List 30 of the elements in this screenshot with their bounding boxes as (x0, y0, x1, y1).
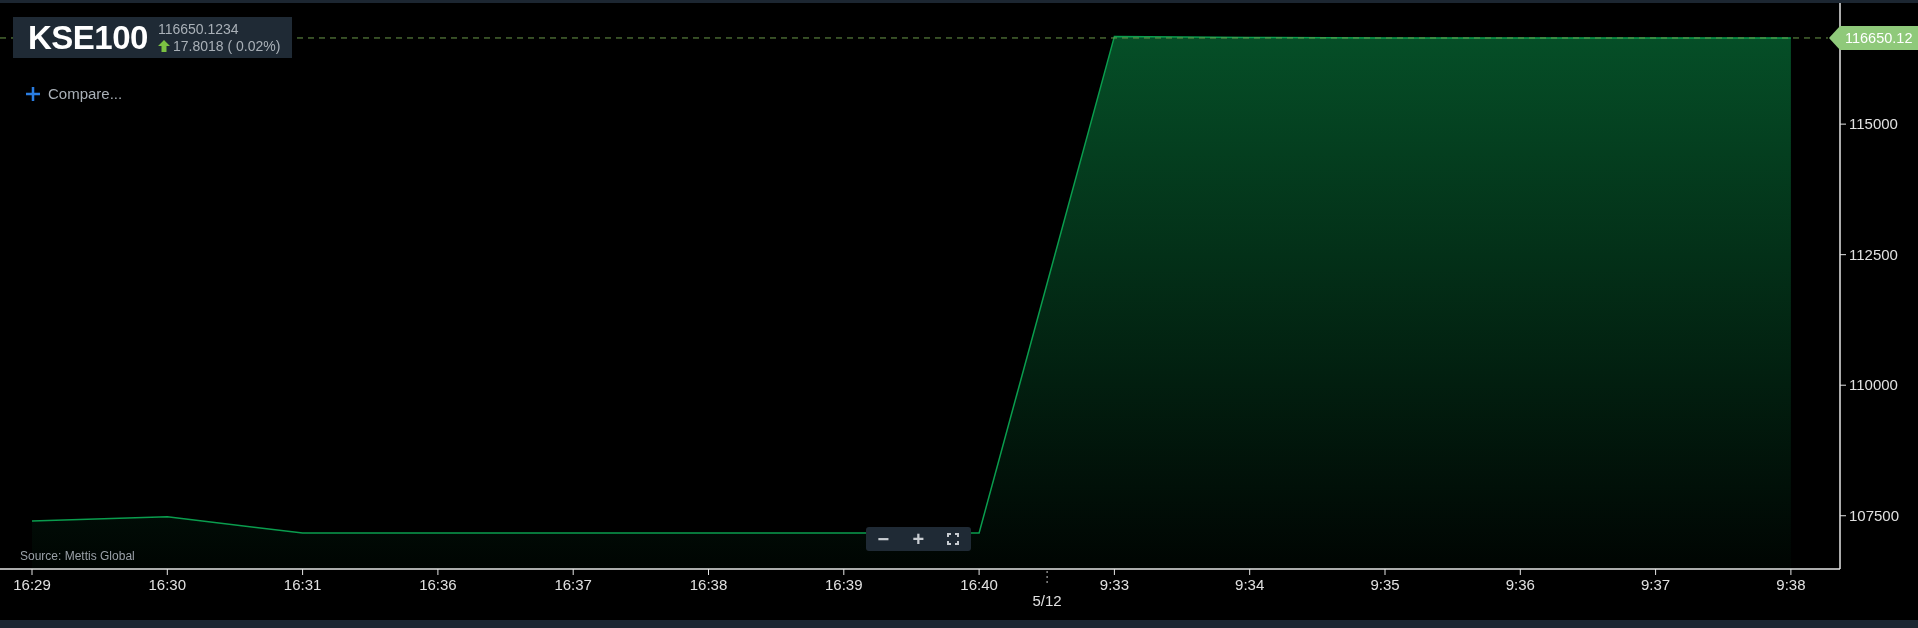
plus-icon (26, 86, 40, 101)
time-axis-label: 9:35 (1370, 576, 1400, 593)
current-price: 116650.1234 (157, 20, 240, 38)
price-axis-label: 107500 (1849, 506, 1900, 524)
time-axis-label: 9:38 (1776, 576, 1806, 593)
time-axis-label: 9:36 (1505, 576, 1535, 593)
price-axis-label: 115000 (1849, 115, 1898, 133)
date-label: 5/12 (1032, 592, 1062, 609)
ticker-symbol: KSE100 (28, 18, 148, 57)
time-axis-label: 16:37 (554, 576, 592, 593)
time-axis-label: 16:29 (13, 576, 51, 593)
zoom-out-button[interactable]: − (873, 529, 894, 549)
time-axis-label: 16:39 (825, 576, 863, 593)
time-axis-label: 16:36 (419, 576, 457, 593)
time-axis-label: 16:30 (148, 576, 187, 593)
time-axis-label: 9:37 (1641, 576, 1671, 593)
zoom-in-button[interactable]: + (908, 529, 929, 549)
ref-line-label: 116650.12 (1845, 29, 1913, 46)
day-break-mark (1046, 570, 1048, 584)
compare-button[interactable]: Compare... (26, 85, 123, 102)
time-axis-label: 16:31 (283, 576, 322, 593)
time-axis-label: 9:33 (1099, 576, 1129, 593)
time-axis-label: 9:34 (1235, 576, 1265, 593)
price-axis-label: 112500 (1849, 245, 1898, 263)
source-note: Source: Mettis Global (20, 549, 135, 563)
last-price-tag: 116650.12 (1829, 26, 1918, 50)
time-axis-label: 16:38 (689, 576, 728, 593)
time-axis-label: 16:40 (960, 576, 998, 593)
price-change: 17.8018 ( 0.02%) (172, 37, 281, 55)
price-axis-label: 110000 (1849, 376, 1898, 394)
